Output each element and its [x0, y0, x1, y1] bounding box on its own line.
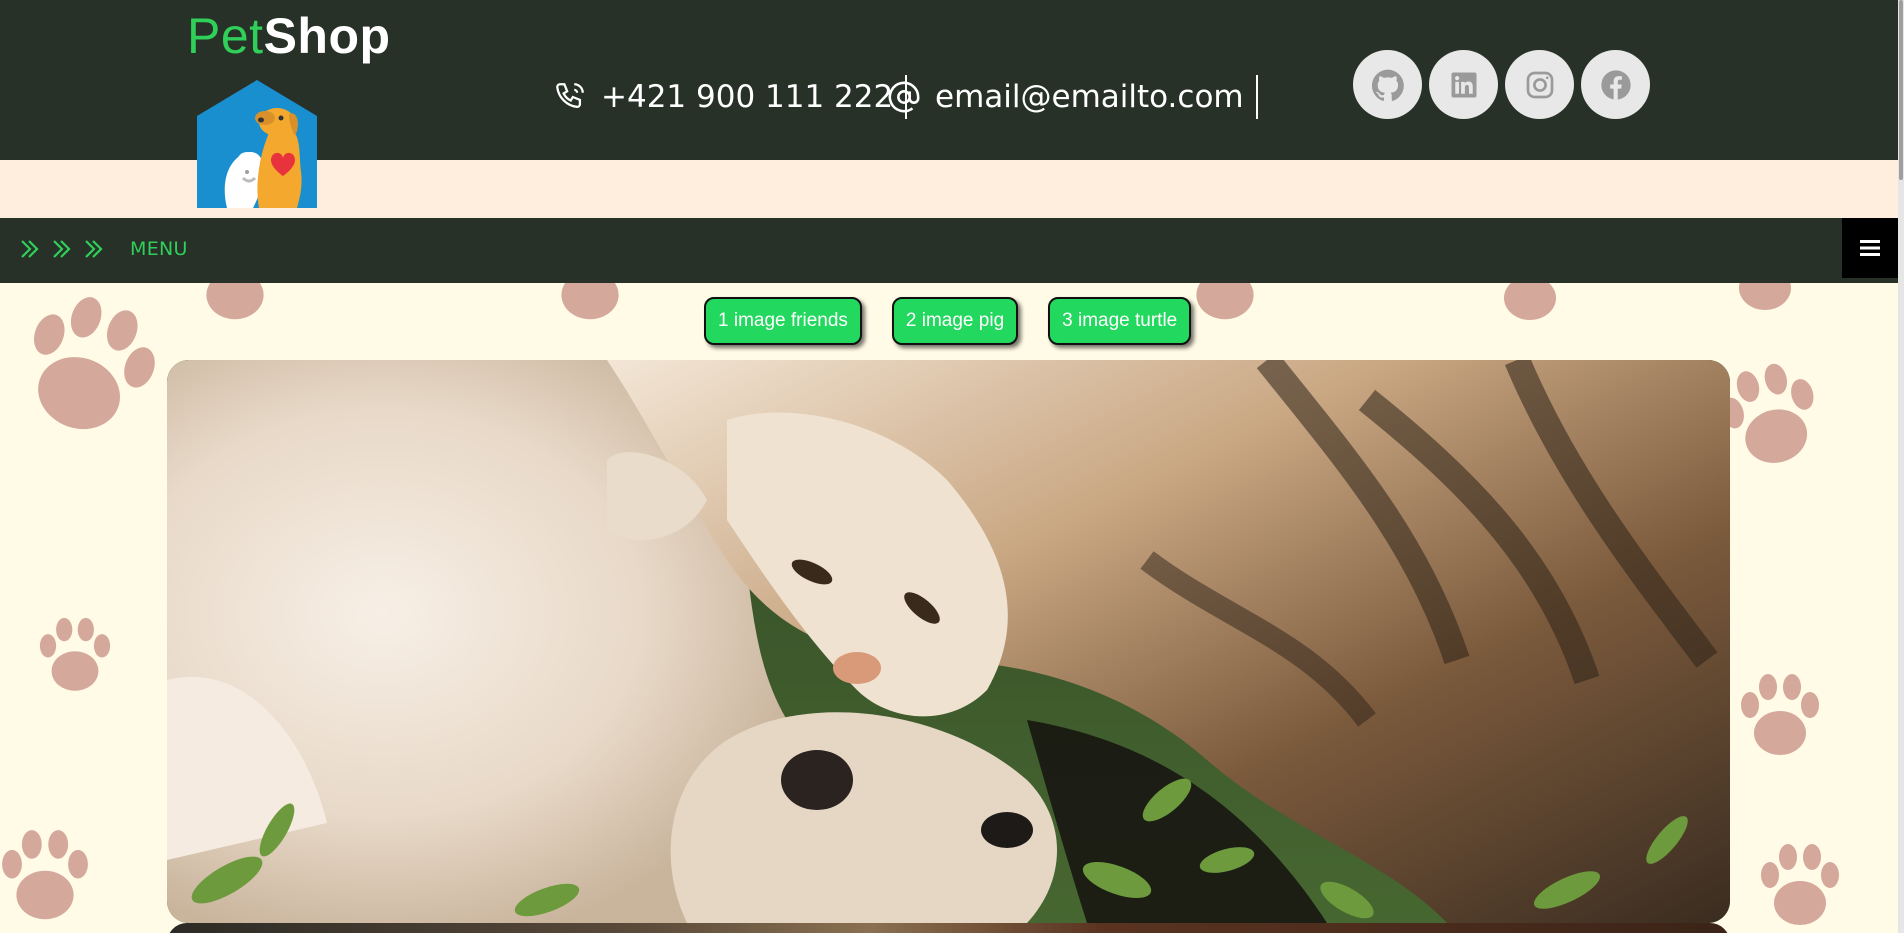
- menu-trigger[interactable]: MENU: [18, 236, 188, 262]
- github-link[interactable]: [1353, 50, 1422, 119]
- menu-label: MENU: [130, 238, 188, 260]
- cat-and-dog-photo: [167, 360, 1730, 923]
- brand-part-shop: Shop: [263, 8, 391, 64]
- social-links: [1353, 50, 1650, 119]
- linkedin-icon: [1451, 72, 1476, 97]
- email-divider: [1255, 75, 1258, 119]
- facebook-link[interactable]: [1581, 50, 1650, 119]
- brand-part-pet: Pet: [187, 8, 264, 64]
- phone-number: +421 900 111 222: [601, 79, 894, 115]
- image-turtle-button[interactable]: 3 image turtle: [1048, 297, 1192, 345]
- image-selector: 1 image friends 2 image pig 3 image turt…: [704, 297, 1192, 345]
- menu-bar: MENU: [0, 218, 1904, 283]
- email-contact[interactable]: email@emailto.com: [887, 72, 1258, 122]
- email-address: email@emailto.com: [935, 79, 1244, 115]
- instagram-icon: [1526, 71, 1553, 98]
- next-gallery-photo: [167, 923, 1730, 933]
- image-pig-button[interactable]: 2 image pig: [891, 297, 1019, 345]
- github-icon: [1371, 69, 1404, 101]
- facebook-icon: [1600, 69, 1631, 100]
- at-icon: [888, 81, 920, 113]
- image-friends-button[interactable]: 1 image friends: [704, 297, 862, 345]
- chevrons-icon: [21, 240, 103, 258]
- hamburger-icon: [1860, 240, 1880, 256]
- instagram-link[interactable]: [1505, 50, 1574, 119]
- page-scrollbar[interactable]: [1898, 0, 1904, 933]
- phone-contact[interactable]: +421 900 111 222: [553, 72, 908, 122]
- gallery-section: 1 image friends 2 image pig 3 image turt…: [0, 283, 1904, 933]
- phone-icon: [556, 83, 584, 109]
- linkedin-link[interactable]: [1429, 50, 1498, 119]
- pet-house-logo[interactable]: [197, 80, 317, 208]
- menu-toggle-button[interactable]: [1842, 218, 1898, 278]
- scrollbar-thumb[interactable]: [1899, 0, 1903, 180]
- brand-title[interactable]: PetShop: [187, 6, 391, 66]
